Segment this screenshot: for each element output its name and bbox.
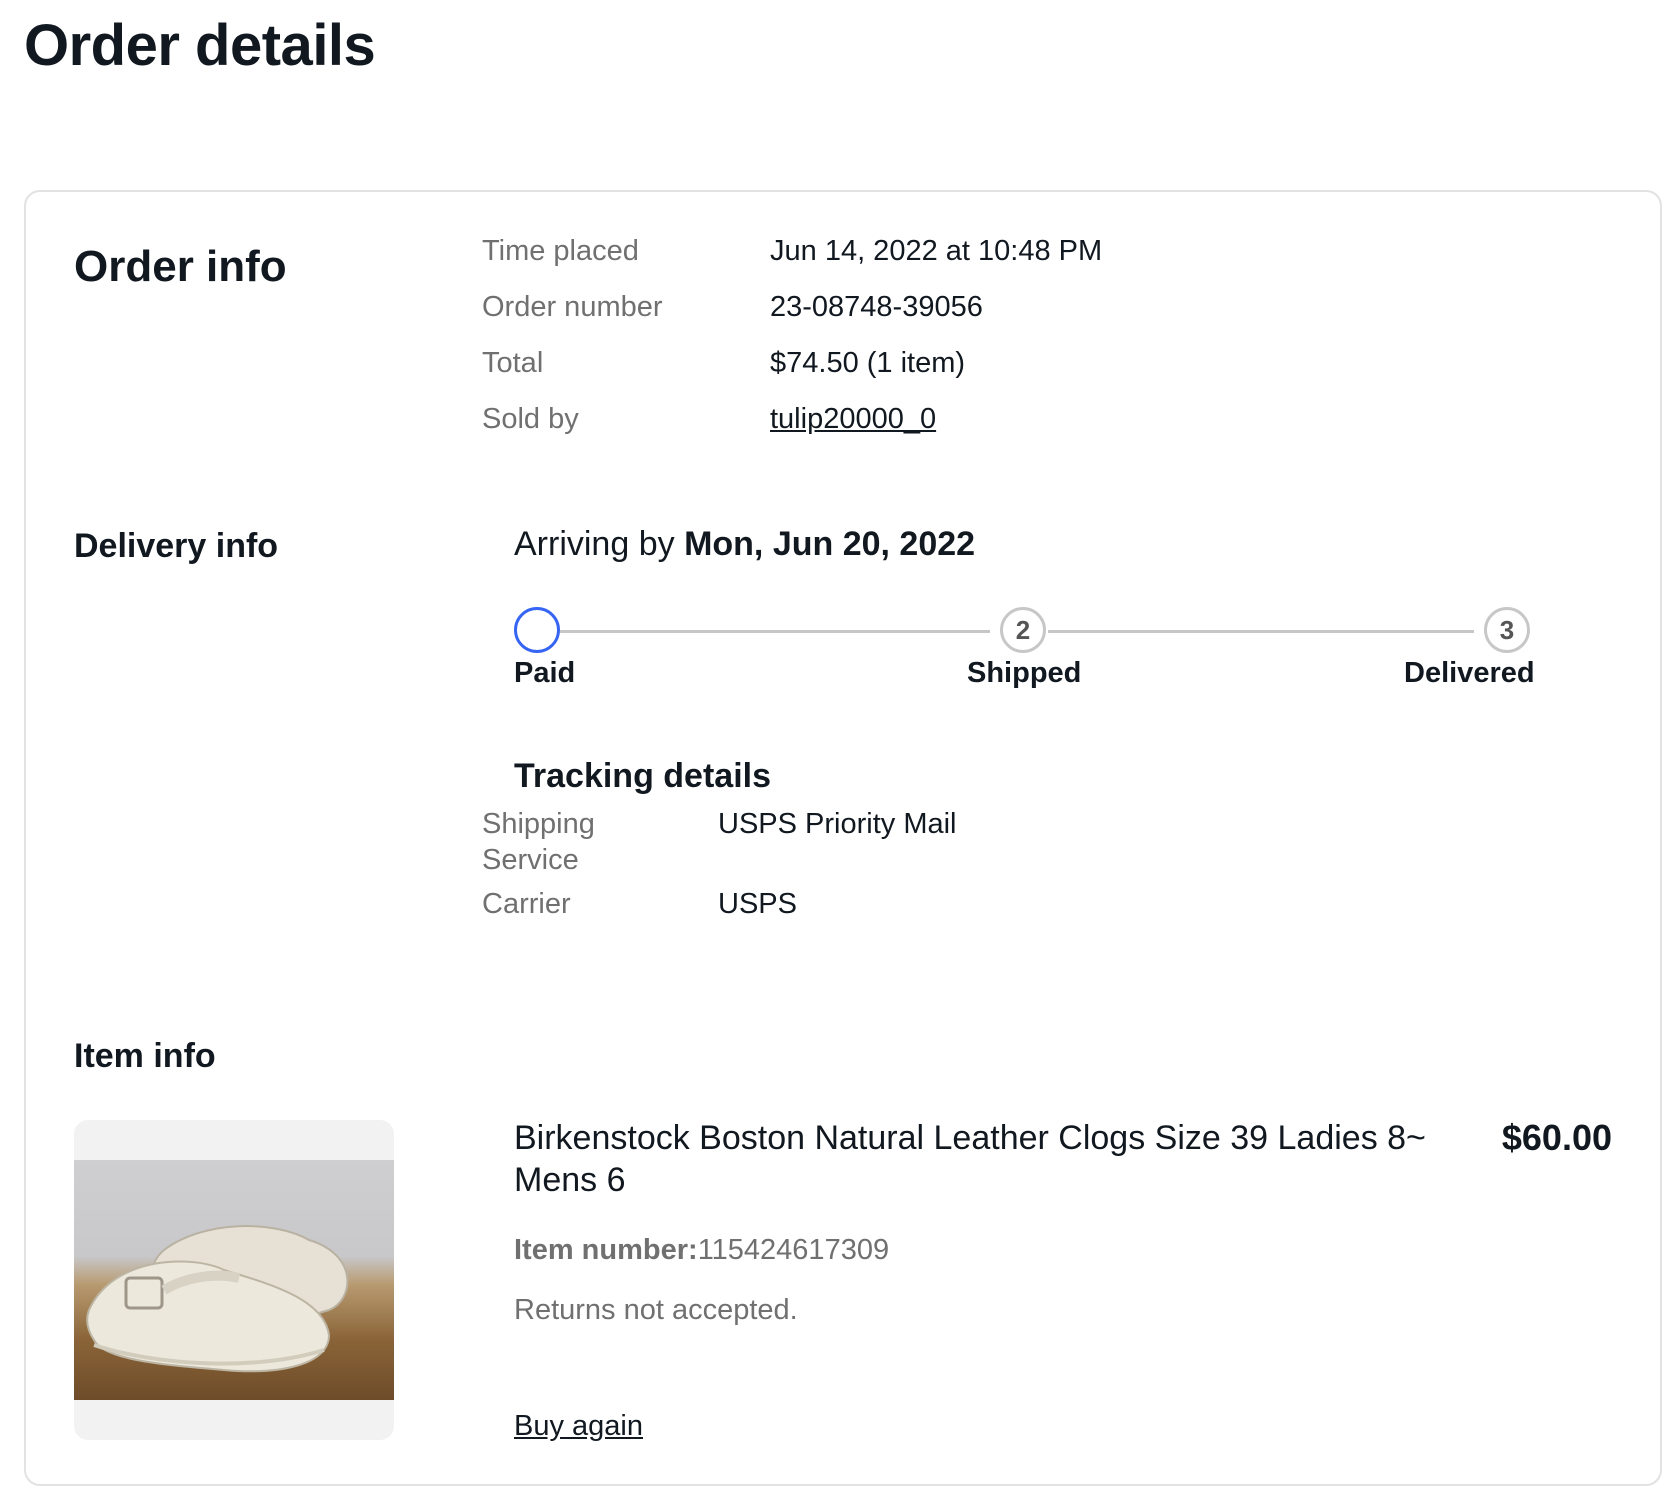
total-value: $74.50 (1 item) — [770, 347, 966, 379]
step-delivered-label: Delivered — [1404, 657, 1535, 689]
time-placed-label: Time placed — [482, 235, 639, 267]
returns-policy: Returns not accepted. — [514, 1294, 798, 1326]
tracking-details-heading: Tracking details — [514, 757, 771, 795]
carrier-value: USPS — [718, 888, 797, 920]
item-info-heading: Item info — [74, 1037, 216, 1075]
arriving-prefix: Arriving by — [514, 525, 675, 563]
shipping-service-value: USPS Priority Mail — [718, 808, 957, 840]
time-placed-value: Jun 14, 2022 at 10:48 PM — [770, 235, 1103, 267]
item-number: Item number:115424617309 — [514, 1234, 889, 1267]
arriving-date: Mon, Jun 20, 2022 — [684, 525, 976, 563]
progress-connector — [560, 630, 990, 633]
sold-by-label: Sold by — [482, 403, 579, 435]
order-details-card: Order info Time placed Jun 14, 2022 at 1… — [24, 190, 1662, 1486]
step-shipped-label: Shipped — [967, 657, 1082, 689]
progress-connector — [1048, 630, 1474, 633]
item-title[interactable]: Birkenstock Boston Natural Leather Clogs… — [514, 1117, 1444, 1201]
order-info-heading: Order info — [74, 242, 287, 291]
item-price: $60.00 — [1501, 1117, 1612, 1158]
arriving-by-text: Arriving by Mon, Jun 20, 2022 — [514, 525, 975, 564]
order-number-value: 23-08748-39056 — [770, 291, 983, 323]
item-number-value: 115424617309 — [697, 1234, 890, 1266]
item-number-label: Item number: — [514, 1234, 698, 1266]
step-paid-circle — [514, 607, 560, 653]
item-photo — [74, 1160, 394, 1400]
delivery-progress: 2 3 Paid Shipped Delivered — [514, 587, 1654, 707]
page-title: Order details — [24, 13, 376, 78]
buy-again-link[interactable]: Buy again — [514, 1410, 643, 1443]
order-number-label: Order number — [482, 291, 663, 323]
carrier-label: Carrier — [482, 888, 571, 920]
step-shipped-circle: 2 — [1000, 607, 1046, 653]
item-thumbnail[interactable] — [74, 1120, 394, 1440]
seller-link[interactable]: tulip20000_0 — [770, 403, 936, 436]
delivery-info-heading: Delivery info — [74, 527, 279, 565]
step-paid-label: Paid — [514, 657, 576, 689]
step-delivered-circle: 3 — [1484, 607, 1530, 653]
clog-image — [86, 1225, 349, 1373]
total-label: Total — [482, 347, 544, 379]
shipping-service-label: Shipping Service — [482, 808, 595, 876]
